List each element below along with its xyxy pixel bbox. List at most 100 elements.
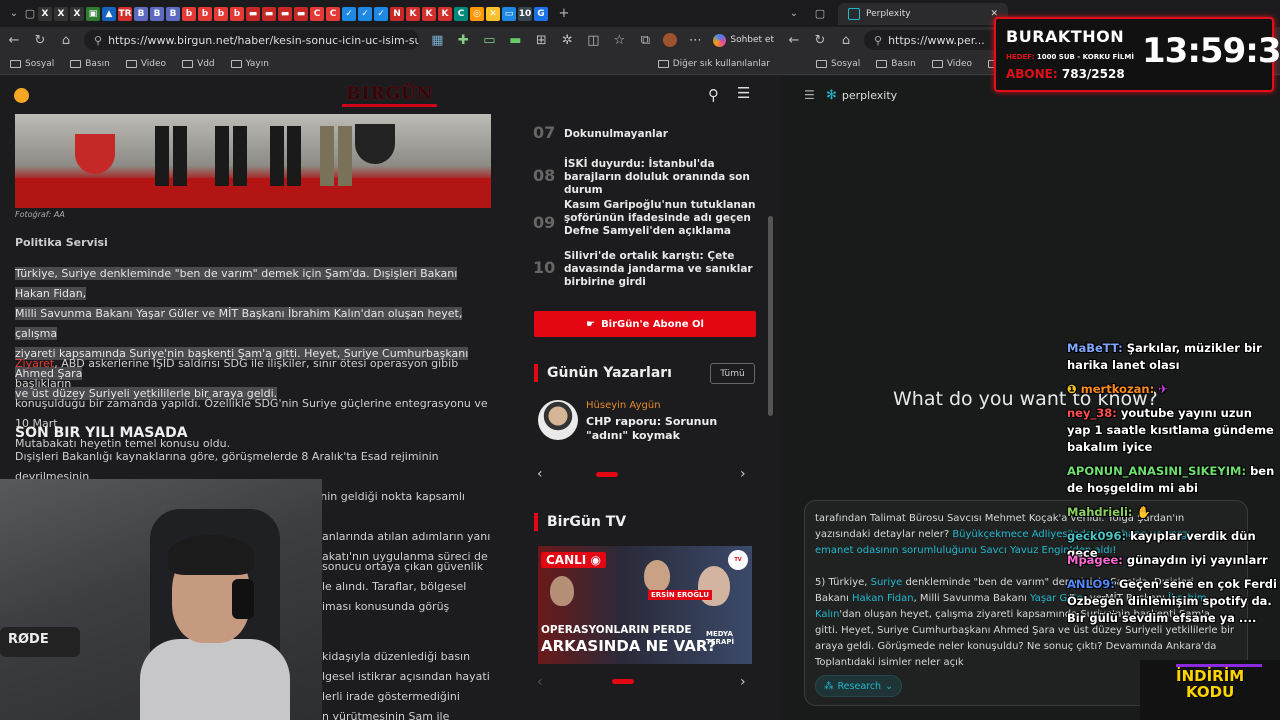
collections-icon[interactable]: ⧉ bbox=[637, 33, 653, 48]
tab-favicon-icon[interactable]: C bbox=[310, 6, 324, 21]
subscribe-button[interactable]: ☛ BirGün'e Abone Ol bbox=[534, 311, 756, 337]
extension-icon-2[interactable]: ✚ bbox=[455, 33, 471, 48]
tab-favicon-icon[interactable]: C bbox=[454, 6, 468, 21]
tab-perplexity[interactable]: Perplexity ✕ bbox=[838, 2, 1008, 25]
tab-favicon-icon[interactable]: ▬ bbox=[246, 6, 260, 21]
tab-favicon-icon[interactable]: G bbox=[534, 6, 548, 21]
reload-icon[interactable]: ↻ bbox=[812, 33, 828, 48]
query-link[interactable]: Kalın bbox=[815, 609, 839, 620]
page-scrollbar[interactable] bbox=[766, 76, 776, 720]
query-link[interactable]: Suriye bbox=[871, 577, 903, 588]
tab-favicon-icon[interactable]: X bbox=[38, 6, 52, 21]
new-tab-icon[interactable]: + bbox=[556, 6, 572, 21]
carousel-next-icon[interactable]: › bbox=[740, 466, 746, 482]
chat-message: ❶ mertkozan: ✈ bbox=[1067, 381, 1277, 398]
tab-favicon-icon[interactable]: C bbox=[326, 6, 340, 21]
bookmark-other-favorites[interactable]: Diğer sık kullanılanlar bbox=[657, 59, 770, 69]
tab-favicon-icon[interactable]: b bbox=[182, 6, 196, 21]
writers-heading: Günün Yazarları bbox=[534, 364, 672, 382]
address-bar[interactable]: ⚲ https://www.birgun.net/haber/kesin-son… bbox=[84, 30, 420, 50]
tab-favicon-icon[interactable]: ✕ bbox=[486, 6, 500, 21]
tab-favicon-icon[interactable]: b bbox=[230, 6, 244, 21]
extension-icon[interactable]: ▦ bbox=[429, 33, 445, 48]
bookmark-sosyal[interactable]: Sosyal bbox=[816, 59, 860, 69]
tab-actions-chevron-icon[interactable]: ⌄ bbox=[786, 8, 802, 19]
back-icon[interactable]: ← bbox=[786, 33, 802, 48]
site-info-icon[interactable]: ⚲ bbox=[874, 34, 882, 47]
research-mode-button[interactable]: ⁂ Research ⌄ bbox=[815, 675, 903, 697]
chat-text: ✋ bbox=[1136, 505, 1151, 519]
tab-favicon-icon[interactable]: ▭ bbox=[502, 6, 516, 21]
tv-carousel-indicator[interactable] bbox=[612, 679, 634, 684]
tab-favicon-icon[interactable]: ✓ bbox=[358, 6, 372, 21]
carousel-indicator[interactable] bbox=[596, 472, 618, 477]
author-article-title[interactable]: CHP raporu: Sorunun "adını" koymak bbox=[586, 415, 758, 443]
tab-actions-chevron-icon[interactable]: ⌄ bbox=[6, 8, 22, 19]
tab-favicon-icon[interactable]: X bbox=[54, 6, 68, 21]
chat-message: MaBeTT: Şarkılar, müzikler bir harika la… bbox=[1067, 340, 1277, 374]
tab-favicon-icon[interactable]: ✓ bbox=[374, 6, 388, 21]
tab-favicon-icon[interactable]: K bbox=[406, 6, 420, 21]
tab-favicon-icon[interactable]: ▬ bbox=[294, 6, 308, 21]
bookmark-yayin[interactable]: Yayın bbox=[230, 59, 269, 69]
tab-favicon-icon[interactable]: B bbox=[150, 6, 164, 21]
split-screen-icon[interactable]: ◫ bbox=[585, 33, 601, 48]
sidebar-menu-icon[interactable]: ☰ bbox=[804, 88, 815, 102]
favorites-icon[interactable]: ☆ bbox=[611, 33, 627, 48]
tab-favicon-icon[interactable]: b bbox=[214, 6, 228, 21]
tv-video-thumbnail[interactable]: CANLI ◉ ERSİN EROĞLU TV OPERASYONLARIN P… bbox=[538, 546, 752, 664]
tab-favicon-icon[interactable]: TR bbox=[118, 6, 132, 21]
query-link[interactable]: Hakan Fidan bbox=[852, 593, 914, 604]
tab-favicon-icon[interactable]: B bbox=[134, 6, 148, 21]
author-avatar[interactable] bbox=[538, 400, 578, 440]
profile-avatar[interactable] bbox=[663, 33, 678, 47]
extension-icon-4[interactable]: ▬ bbox=[507, 33, 523, 48]
copilot-button[interactable]: Sohbet et bbox=[713, 33, 774, 47]
tab-favicon-icon[interactable]: ▬ bbox=[278, 6, 292, 21]
search-icon[interactable]: ⚲ bbox=[708, 86, 719, 104]
tab-favicon-icon[interactable]: ✓ bbox=[342, 6, 356, 21]
tab-favicon-icon[interactable]: ▬ bbox=[262, 6, 276, 21]
home-icon[interactable]: ⌂ bbox=[58, 33, 74, 48]
ziyaret-link[interactable]: Ziyaret bbox=[15, 357, 54, 370]
theme-toggle-icon[interactable] bbox=[14, 88, 29, 103]
workspaces-icon[interactable]: ▢ bbox=[812, 7, 828, 20]
menu-icon[interactable]: ☰ bbox=[737, 84, 750, 102]
birgun-logo[interactable]: BIRGÜN bbox=[342, 84, 438, 107]
carousel-prev-icon[interactable]: ‹ bbox=[537, 466, 543, 482]
bookmark-basin[interactable]: Basın bbox=[876, 59, 916, 69]
author-name[interactable]: Hüseyin Aygün bbox=[586, 400, 661, 411]
bookmark-sosyal[interactable]: Sosyal bbox=[10, 59, 54, 69]
tab-favicon-icon[interactable]: ▣ bbox=[86, 6, 100, 21]
extensions-puzzle-icon[interactable]: ✲ bbox=[559, 33, 575, 48]
bookmark-video[interactable]: Video bbox=[931, 59, 972, 69]
bookmark-video[interactable]: Video bbox=[125, 59, 166, 69]
back-icon[interactable]: ← bbox=[6, 33, 22, 48]
extension-icon-3[interactable]: ▭ bbox=[481, 33, 497, 48]
extension-icon-5[interactable]: ⊞ bbox=[533, 33, 549, 48]
chat-user: Mpagee: bbox=[1067, 553, 1123, 567]
tab-favicon-icon[interactable]: b bbox=[198, 6, 212, 21]
site-info-icon[interactable]: ⚲ bbox=[94, 34, 102, 47]
tv-carousel-prev-icon[interactable]: ‹ bbox=[537, 674, 543, 690]
tab-favicon-icon[interactable]: ▲ bbox=[102, 6, 116, 21]
workspaces-icon[interactable]: ▢ bbox=[22, 7, 38, 20]
chat-user: APONUN_ANASINI_SIKEYIM: bbox=[1067, 464, 1247, 478]
tab-favicon-icon[interactable]: K bbox=[438, 6, 452, 21]
tab-favicon-icon[interactable]: B bbox=[166, 6, 180, 21]
reload-icon[interactable]: ↻ bbox=[32, 33, 48, 48]
tab-favicon-icon[interactable]: X bbox=[70, 6, 84, 21]
perplexity-logo[interactable]: ✻ perplexity bbox=[826, 88, 897, 103]
all-writers-button[interactable]: Tümü bbox=[710, 363, 755, 384]
tab-favicon-icon[interactable]: K bbox=[422, 6, 436, 21]
tab-favicon-icon[interactable]: ◎ bbox=[470, 6, 484, 21]
home-icon[interactable]: ⌂ bbox=[838, 33, 854, 48]
bookmark-basin[interactable]: Basın bbox=[70, 59, 110, 69]
settings-more-icon[interactable]: ⋯ bbox=[687, 33, 703, 48]
tab-favicon-icon[interactable]: 10 bbox=[518, 6, 532, 21]
tab-favicon-icon[interactable]: N bbox=[390, 6, 404, 21]
scrollbar-thumb[interactable] bbox=[768, 216, 773, 416]
bookmark-vdd[interactable]: Vdd bbox=[182, 59, 215, 69]
tab-bar: ⌄ ▢ X X X ▣ ▲ TR B B Bb b b b ▬ ▬ ▬ ▬ C C ✓ ✓ ✓ N K K K C ◎ ✕ ▭ 10 G + bbox=[0, 0, 780, 27]
tv-carousel-next-icon[interactable]: › bbox=[740, 674, 746, 690]
